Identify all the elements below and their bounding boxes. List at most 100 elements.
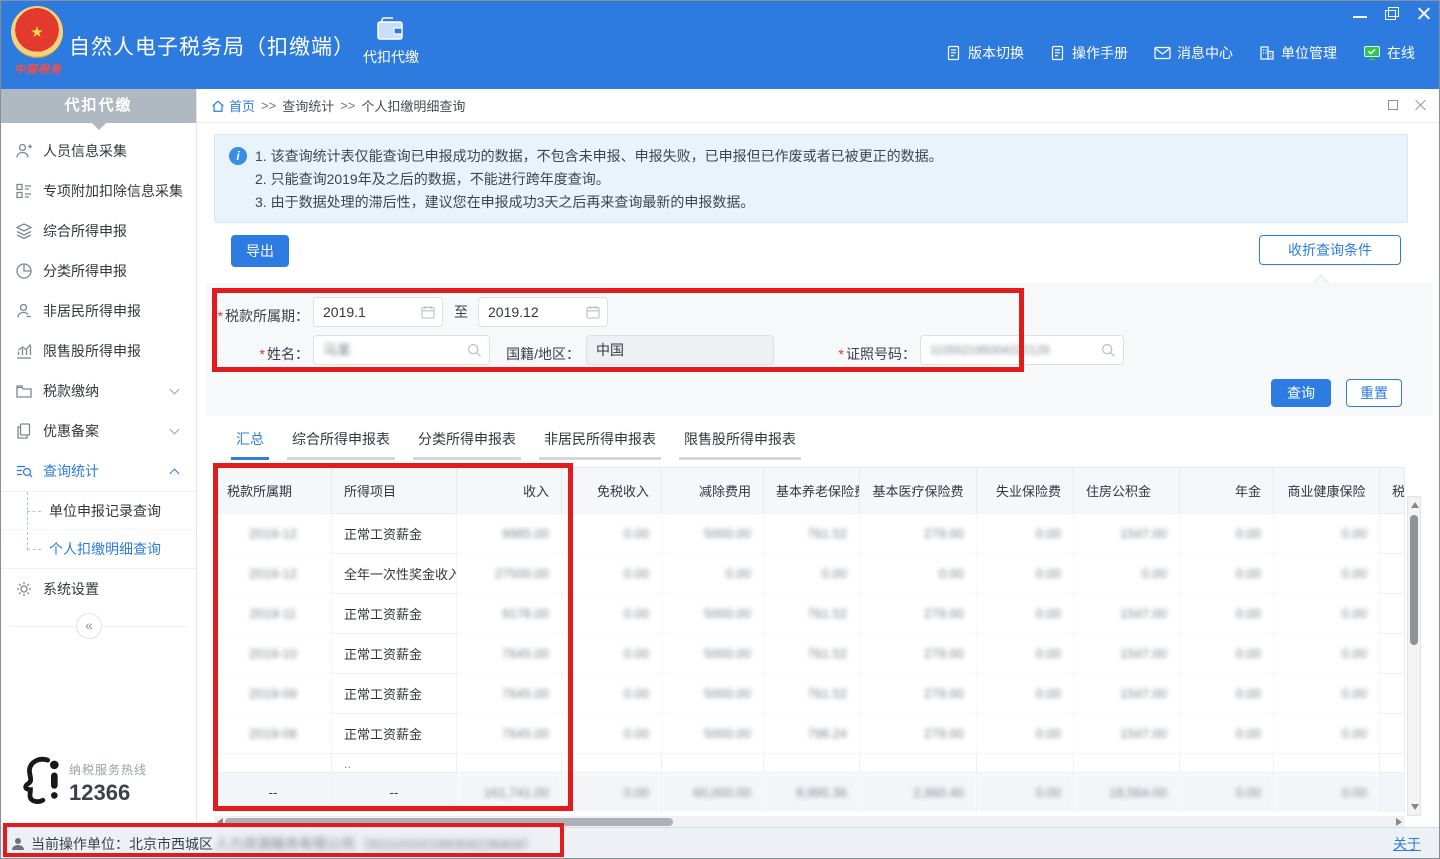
menu-item-version-switch[interactable]: 版本切换 — [946, 43, 1024, 63]
query-statistics-submenu: 单位申报记录查询 个人扣缴明细查询 — [1, 491, 196, 569]
table-cell: 161,741.00 — [457, 773, 562, 813]
export-button[interactable]: 导出 — [231, 235, 289, 267]
deduction-info-icon — [15, 182, 33, 200]
query-button[interactable]: 查询 — [1271, 379, 1331, 407]
hotline-label: 纳税服务热线 — [69, 761, 147, 778]
period-to-input[interactable]: 2019.12 — [478, 297, 608, 327]
table-cell: 正常工资薪金 — [332, 714, 457, 754]
sidebar-item-comprehensive-income[interactable]: 综合所得申报 — [1, 211, 196, 251]
scroll-up-icon[interactable] — [1411, 502, 1419, 508]
id-number-input[interactable]: 110552199304222129 — [920, 335, 1124, 365]
breadcrumb-separator: >> — [340, 98, 355, 113]
sidebar-collapse-button[interactable]: « — [76, 613, 102, 639]
required-mark: * — [218, 308, 223, 324]
org-manage-icon — [1259, 45, 1275, 61]
period-from-value: 2019.1 — [323, 304, 366, 320]
table-cell — [1380, 514, 1405, 554]
table-cell — [1380, 773, 1405, 813]
table-cell — [1074, 754, 1180, 773]
tab-classified-income[interactable]: 分类所得申报表 — [413, 429, 521, 460]
current-unit-blurred: 人力资源服务有限公司（91110102199304228404） — [215, 834, 537, 854]
table-cell: 0.00 — [860, 554, 977, 594]
menu-item-manual[interactable]: 操作手册 — [1050, 43, 1128, 63]
main-content: 首页 >> 查询统计 >> 个人扣缴明细查询 i 1. 该查询统计表仅能查询已申… — [197, 89, 1440, 827]
table-cell — [662, 754, 764, 773]
sidebar-item-person-collect[interactable]: 人员信息采集 — [1, 131, 196, 171]
table-cell: 5000.00 — [662, 674, 764, 714]
table-cell — [1380, 754, 1405, 773]
table-cell — [562, 754, 662, 773]
menu-label: 消息中心 — [1177, 43, 1233, 63]
sidebar-item-nonresident-income[interactable]: 非居民所得申报 — [1, 291, 196, 331]
home-icon — [211, 99, 225, 113]
payment-wallet-icon — [15, 382, 33, 400]
tab-comprehensive-income[interactable]: 综合所得申报表 — [287, 429, 395, 460]
column-header: 免税收入 — [562, 468, 662, 514]
tab-restricted-stock[interactable]: 限售股所得申报表 — [679, 429, 801, 460]
vertical-scrollbar-thumb[interactable] — [1410, 515, 1418, 645]
reset-button[interactable]: 重置 — [1346, 379, 1402, 407]
scroll-right-icon[interactable] — [1396, 818, 1402, 826]
table-row: 2019-10正常工资薪金7645.000.005000.00761.52279… — [215, 634, 1405, 674]
horizontal-scrollbar-thumb[interactable] — [225, 818, 673, 826]
menu-item-online-status[interactable]: 在线 — [1363, 43, 1415, 63]
collapse-query-button[interactable]: 收折查询条件 — [1259, 235, 1401, 265]
table-cell: 0.00 — [977, 714, 1074, 754]
table-cell: -- — [332, 773, 457, 813]
sidebar-item-deduction-info[interactable]: 专项附加扣除信息采集 — [1, 171, 196, 211]
restore-window-icon[interactable] — [1385, 7, 1399, 19]
table-cell: 279.00 — [860, 634, 977, 674]
table-cell — [1380, 554, 1405, 594]
table-cell: 7645.00 — [457, 634, 562, 674]
required-mark: * — [260, 346, 265, 362]
column-header: 税款所属期 — [215, 468, 332, 514]
sidebar-item-classified-income[interactable]: 分类所得申报 — [1, 251, 196, 291]
table-cell: 761.52 — [764, 634, 860, 674]
sidebar-item-label: 限售股所得申报 — [43, 341, 141, 361]
table-cell: 0.00 — [562, 514, 662, 554]
info-icon: i — [229, 147, 247, 165]
sidebar-item-tax-payment[interactable]: 税款缴纳 — [1, 371, 196, 411]
sidebar-subitem-personal-withholding-query[interactable]: 个人扣缴明细查询 — [1, 530, 196, 568]
brand-text: 中国税务 — [9, 61, 67, 77]
tab-withholding-module[interactable]: 代扣代缴 — [349, 15, 433, 67]
sidebar-item-query-statistics[interactable]: 查询统计 — [1, 451, 196, 491]
menu-item-org-manage[interactable]: 单位管理 — [1259, 43, 1337, 63]
chevron-down-icon — [170, 385, 180, 395]
pane-maximize-icon[interactable] — [1387, 99, 1399, 111]
table-cell: 1547.00 — [1074, 594, 1180, 634]
sidebar-subitem-unit-declaration-query[interactable]: 单位申报记录查询 — [1, 492, 196, 530]
scroll-left-icon[interactable] — [217, 818, 223, 826]
about-link[interactable]: 关于 — [1393, 834, 1421, 854]
column-header: 税 — [1380, 468, 1405, 514]
sidebar-item-preferential-filing[interactable]: 优惠备案 — [1, 411, 196, 451]
table-cell: 0.00 — [1274, 594, 1380, 634]
column-header: 商业健康保险 — [1274, 468, 1380, 514]
tab-nonresident-income[interactable]: 非居民所得申报表 — [539, 429, 661, 460]
period-to-value: 2019.12 — [488, 304, 539, 320]
minimize-icon[interactable] — [1353, 7, 1367, 19]
titlebar-menu: 版本切换 操作手册 消息中心 单位管理 — [946, 43, 1415, 63]
scroll-down-icon[interactable] — [1411, 804, 1419, 810]
user-icon — [11, 837, 25, 851]
tab-summary[interactable]: 汇总 — [231, 429, 269, 460]
period-from-input[interactable]: 2019.1 — [313, 297, 443, 327]
menu-item-message-center[interactable]: 消息中心 — [1154, 43, 1233, 63]
table-cell: 0.00 — [977, 634, 1074, 674]
pane-controls — [1387, 99, 1427, 111]
name-input[interactable]: 马某 — [313, 335, 490, 365]
breadcrumb-home[interactable]: 首页 — [211, 96, 255, 115]
sidebar-item-system-settings[interactable]: 系统设置 — [1, 569, 196, 609]
sidebar-item-restricted-stock[interactable]: 限售股所得申报 — [1, 331, 196, 371]
pane-close-icon[interactable] — [1415, 99, 1427, 111]
pie-chart-icon — [15, 262, 33, 280]
table-cell — [1180, 754, 1274, 773]
close-window-icon[interactable] — [1417, 7, 1431, 19]
column-header: 失业保险费 — [977, 468, 1074, 514]
vertical-scrollbar[interactable] — [1407, 496, 1421, 816]
table-cell: 0.00 — [1180, 773, 1274, 813]
table-cell: 0.00 — [562, 634, 662, 674]
table-cell: 0.00 — [764, 554, 860, 594]
table-cell — [457, 754, 562, 773]
table-cell: 0.00 — [1274, 514, 1380, 554]
